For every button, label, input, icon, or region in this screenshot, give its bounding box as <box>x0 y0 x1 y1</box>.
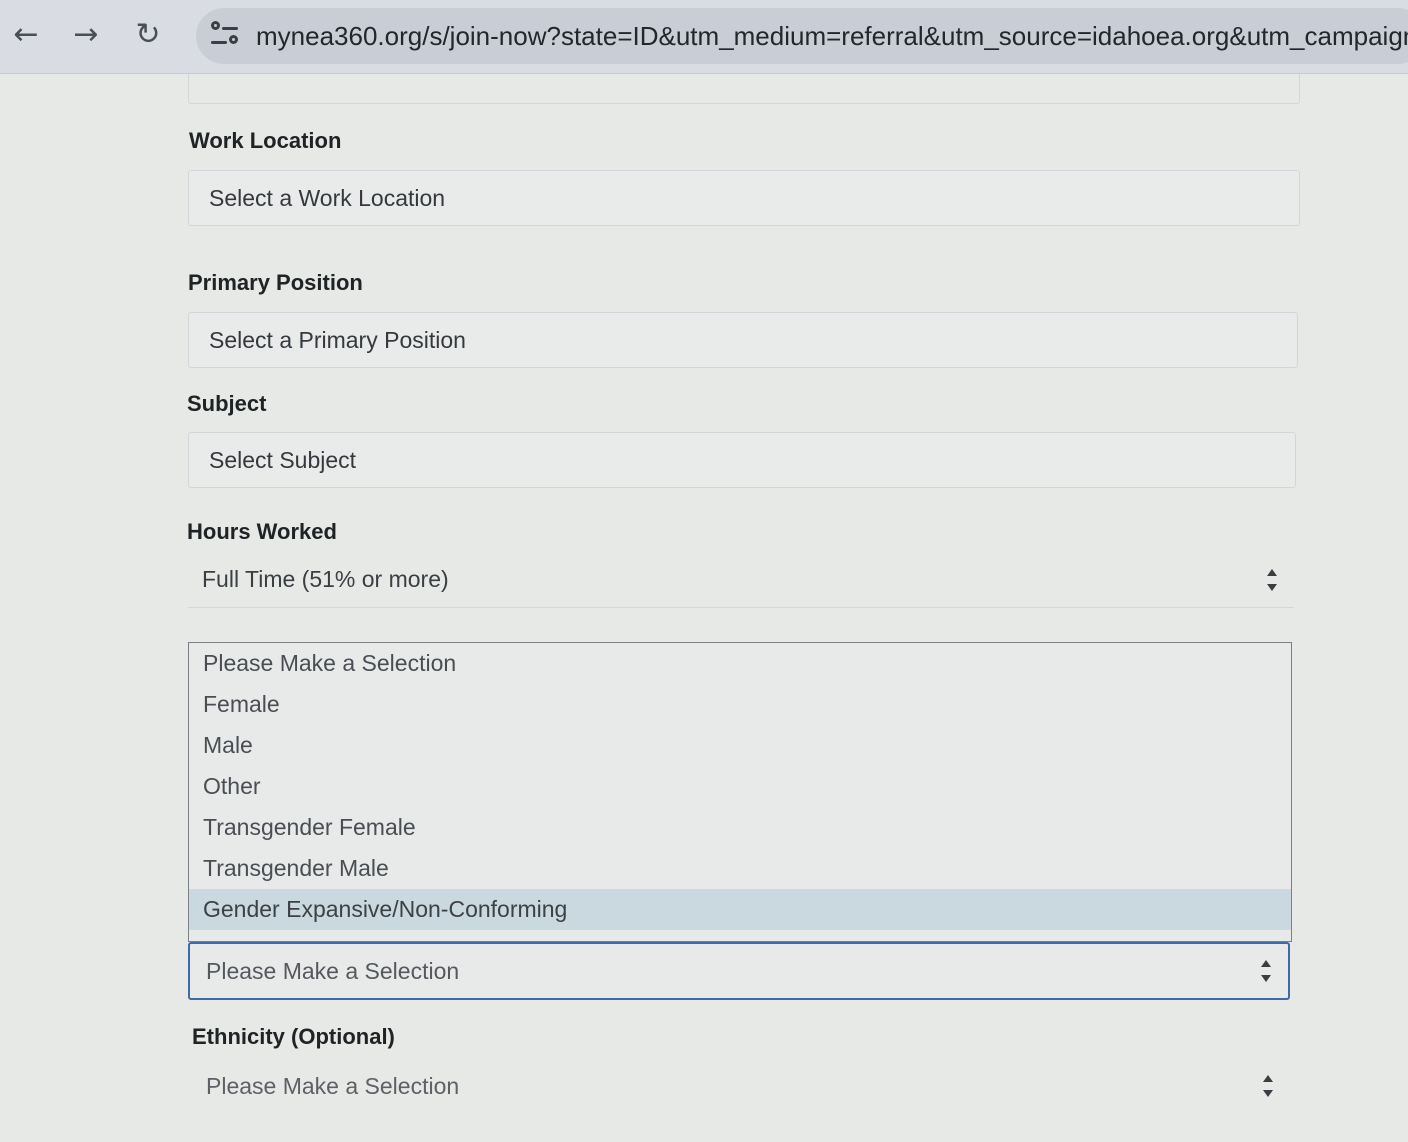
site-settings-icon[interactable] <box>208 18 244 54</box>
work-location-field[interactable]: Select a Work Location <box>188 170 1300 226</box>
ethnicity-select[interactable]: Please Make a Selection <box>192 1058 1290 1114</box>
primary-position-value: Select a Primary Position <box>209 326 466 353</box>
hours-worked-value: Full Time (51% or more) <box>202 566 449 592</box>
browser-toolbar: ← → ↻ mynea360.org/s/join-now?state=ID&u… <box>0 0 1408 74</box>
select-arrows-icon <box>1260 960 1272 982</box>
primary-position-field[interactable]: Select a Primary Position <box>188 312 1298 368</box>
join-form: Work Location Select a Work Location Pri… <box>0 74 1408 1142</box>
url-text[interactable]: mynea360.org/s/join-now?state=ID&utm_med… <box>256 21 1408 52</box>
option-transgender-female[interactable]: Transgender Female <box>189 807 1291 848</box>
subject-field[interactable]: Select Subject <box>188 432 1296 488</box>
option-male[interactable]: Male <box>189 725 1291 766</box>
subject-label: Subject <box>187 391 267 416</box>
forward-arrow-icon[interactable]: → <box>66 14 106 54</box>
ethnicity-value: Please Make a Selection <box>206 1072 460 1099</box>
hours-worked-label: Hours Worked <box>187 519 337 544</box>
option-gender-expansive[interactable]: Gender Expansive/Non-Conforming <box>189 889 1291 930</box>
work-location-label: Work Location <box>189 128 342 153</box>
hours-worked-select[interactable]: Full Time (51% or more) <box>188 552 1294 608</box>
address-bar[interactable]: mynea360.org/s/join-now?state=ID&utm_med… <box>196 8 1408 64</box>
option-please-make-a-selection[interactable]: Please Make a Selection <box>189 643 1291 684</box>
primary-position-label: Primary Position <box>188 270 363 295</box>
select-arrows-icon <box>1266 568 1278 591</box>
gender-select[interactable]: Please Make a Selection <box>188 942 1290 1000</box>
gender-select-value: Please Make a Selection <box>206 957 460 984</box>
gender-options-list[interactable]: Please Make a Selection Female Male Othe… <box>188 642 1292 942</box>
select-arrows-icon <box>1262 1075 1274 1097</box>
previous-field-bottom <box>188 74 1300 104</box>
reload-icon[interactable]: ↻ <box>128 14 168 54</box>
option-female[interactable]: Female <box>189 684 1291 725</box>
ethnicity-label: Ethnicity (Optional) <box>192 1024 395 1049</box>
back-arrow-icon[interactable]: ← <box>6 14 46 54</box>
work-location-value: Select a Work Location <box>209 184 446 211</box>
option-transgender-male[interactable]: Transgender Male <box>189 848 1291 889</box>
option-other[interactable]: Other <box>189 766 1291 807</box>
subject-value: Select Subject <box>209 446 357 473</box>
